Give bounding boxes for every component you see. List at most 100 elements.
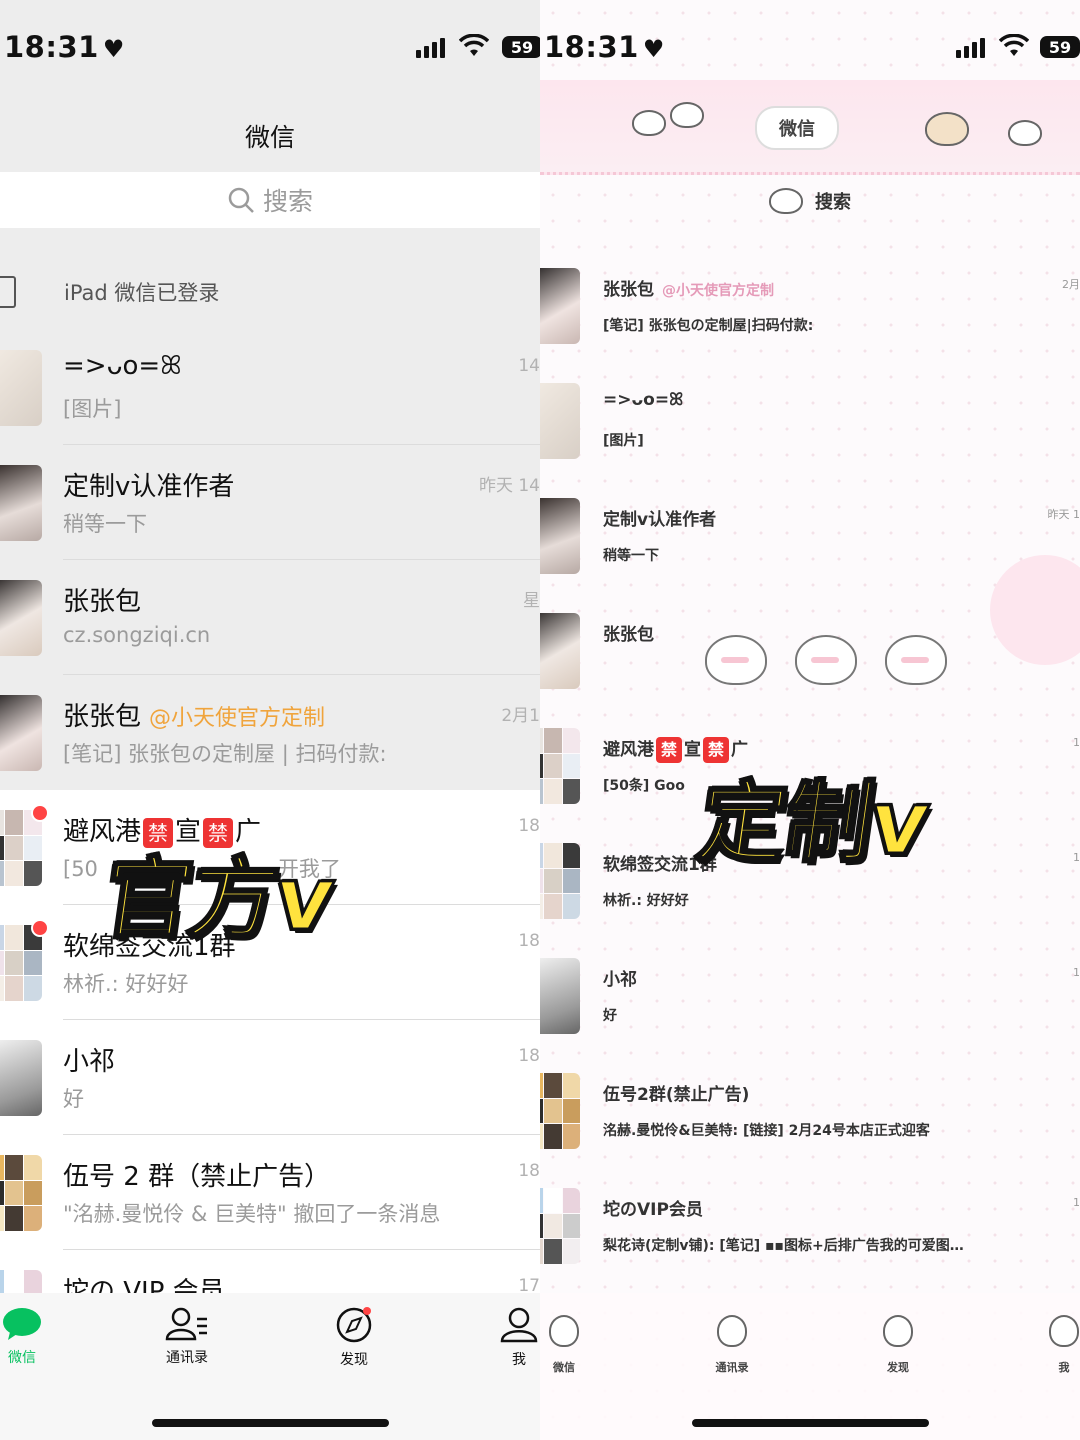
avatar [0,465,42,541]
chat-row[interactable]: 小祁 好 18 [0,1020,540,1135]
chat-preview: [笔记] 张张包の定制屋|扫码付款: [603,318,814,334]
group-avatar [540,1073,580,1149]
chat-name: 坨の VIP 会员 [63,1277,225,1295]
search-placeholder: 搜索 [815,192,851,213]
tab-chats[interactable]: 微信 [0,1307,62,1367]
chat-row[interactable]: 定制v认准作者 稍等一下 昨天 14 [0,445,540,560]
chat-preview: [图片] [603,433,644,449]
bunny-tab-icon [717,1315,747,1347]
tab-chats[interactable]: 微信 [540,1315,594,1375]
chat-time: 1 [1073,1196,1080,1209]
chat-name: =>ᴗo=ꕤ [603,390,684,410]
compass-icon [336,1307,372,1343]
chat-preview: 洺赫.曼悦伶&巨美特: [链接] 2月24号本店正式迎客 [603,1123,930,1139]
standard-wechat-screen: 18:31 ♥ 59 微信 搜索 iPad 微信已登录 =>ᴗo=ꕤ [图片] 1… [0,0,540,1440]
chat-preview: 林祈.: 好好好 [603,893,689,909]
chat-row[interactable]: 伍号 2 群（禁止广告） "洺赫.曼悦伶 & 巨美特" 撤回了一条消息 18 [0,1135,540,1250]
chat-name: 小祁 [63,1047,116,1077]
chat-row[interactable]: 张张包 @小天使官方定制 [笔记] 张张包の定制屋 | 扫码付款: 2月1 [0,675,540,790]
ipad-icon [0,276,16,308]
ban-emoji-icon: 禁 [656,737,682,763]
mention-tag: @小天使官方定制 [662,283,774,299]
chat-name: 定制v认准作者 [63,472,235,502]
chat-preview: 好 [63,1087,84,1111]
search-icon [228,187,254,213]
ipad-login-banner[interactable]: iPad 微信已登录 [0,255,540,329]
page-title: 微信 [244,123,295,152]
overlay-caption: 官方v [95,846,340,952]
group-avatar [540,728,580,804]
chat-preview: 林祈.: 好好好 [63,972,189,996]
status-time: 18:31 ♥ [4,30,125,64]
tab-contacts[interactable]: 通讯录 [147,1307,227,1367]
chat-row[interactable]: 张张包 cz.songziqi.cn 星 [0,560,540,675]
chat-time: 14 [518,356,540,376]
tab-bar: 微信 通讯录 发现 我 [540,1293,1080,1440]
chat-name: 张张包 [603,625,654,645]
avatar [540,268,580,344]
tab-label: 我 [1058,1361,1070,1374]
chat-preview: 稍等一下 [603,548,659,564]
chat-bubble-icon [3,1308,41,1340]
tab-contacts[interactable]: 通讯录 [702,1315,762,1375]
chat-preview: [50条] Goo [603,778,685,794]
group-avatar [0,1155,42,1231]
page-title: 微信 [755,106,839,150]
group-avatar [540,843,580,919]
tab-label: 我 [512,1352,526,1368]
battery-icon: 59 [502,36,540,58]
status-bar: 18:31 ♥ 59 [0,0,540,100]
wifi-icon [459,34,489,56]
chat-time: 18 [518,816,540,836]
tab-me[interactable]: 我 [1034,1315,1080,1375]
chat-time: 1 [1073,736,1080,749]
chat-preview: 梨花诗(定制v铺): [笔记] ▪▪图标+后排广告我的可爱图… [603,1238,964,1254]
bunny-sticker-icon [632,110,666,136]
home-indicator [692,1419,929,1427]
search-bar[interactable]: 搜索 [540,186,1080,216]
themed-wechat-screen: 18:31 ♥ 59 微信 搜索 张张包 @小天使官方定制 [笔记] 张张包の定制屋… [540,0,1080,1440]
tab-label: 微信 [8,1350,36,1366]
profile-icon [500,1307,538,1343]
heart-icon: ♥ [102,35,125,63]
chat-row[interactable]: 小祁 好 1 [540,940,1080,1055]
tab-discover[interactable]: 发现 [314,1307,394,1369]
nav-bar: 微信 [0,100,540,172]
avatar [0,1040,42,1116]
chat-row[interactable]: 张张包 @小天使官方定制 [笔记] 张张包の定制屋|扫码付款: 2月 [540,250,1080,365]
unread-dot [31,919,49,937]
wifi-icon [999,34,1029,56]
avatar [0,695,42,771]
home-indicator [152,1419,389,1427]
chat-row[interactable]: =>ᴗo=ꕤ [图片] [540,365,1080,480]
chat-time: 18 [518,931,540,951]
chat-row[interactable]: 定制v认准作者 稍等一下 昨天 1 [540,480,1080,595]
contacts-icon [165,1307,207,1341]
chat-time: 昨天 14 [478,476,540,496]
search-bar[interactable]: 搜索 [0,172,540,228]
bunny-face-icon [885,635,947,685]
heart-icon: ♥ [642,35,665,63]
bunny-decoration [705,635,947,685]
chat-row[interactable]: 坨のVIP会员 梨花诗(定制v铺): [笔记] ▪▪图标+后排广告我的可爱图… … [540,1170,1080,1285]
chat-name: 伍号2群(禁止广告) [603,1085,750,1105]
tab-me[interactable]: 我 [479,1307,540,1369]
chat-row[interactable]: =>ᴗo=ꕤ [图片] 14 [0,330,540,445]
chat-time: 1 [1073,966,1080,979]
chat-row[interactable]: 坨の VIP 会员 17 [0,1250,540,1295]
chat-time: 2月 [1062,278,1080,291]
mention-tag: @小天使官方定制 [149,706,326,731]
chat-time: 2月1 [501,706,540,726]
tab-discover[interactable]: 发现 [868,1315,928,1375]
chat-name: 坨のVIP会员 [603,1200,703,1220]
theme-banner: 微信 [540,80,1080,175]
bunny-face-icon [795,635,857,685]
signal-icon [956,38,985,58]
bunny-sticker-icon [1008,120,1042,146]
bunny-face-icon [705,635,767,685]
chat-name: 伍号 2 群（禁止广告） [63,1162,331,1192]
chat-time: 1 [1073,851,1080,864]
chat-row[interactable]: 伍号2群(禁止广告) 洺赫.曼悦伶&巨美特: [链接] 2月24号本店正式迎客 [540,1055,1080,1170]
avatar [540,613,580,689]
group-avatar [0,810,42,886]
